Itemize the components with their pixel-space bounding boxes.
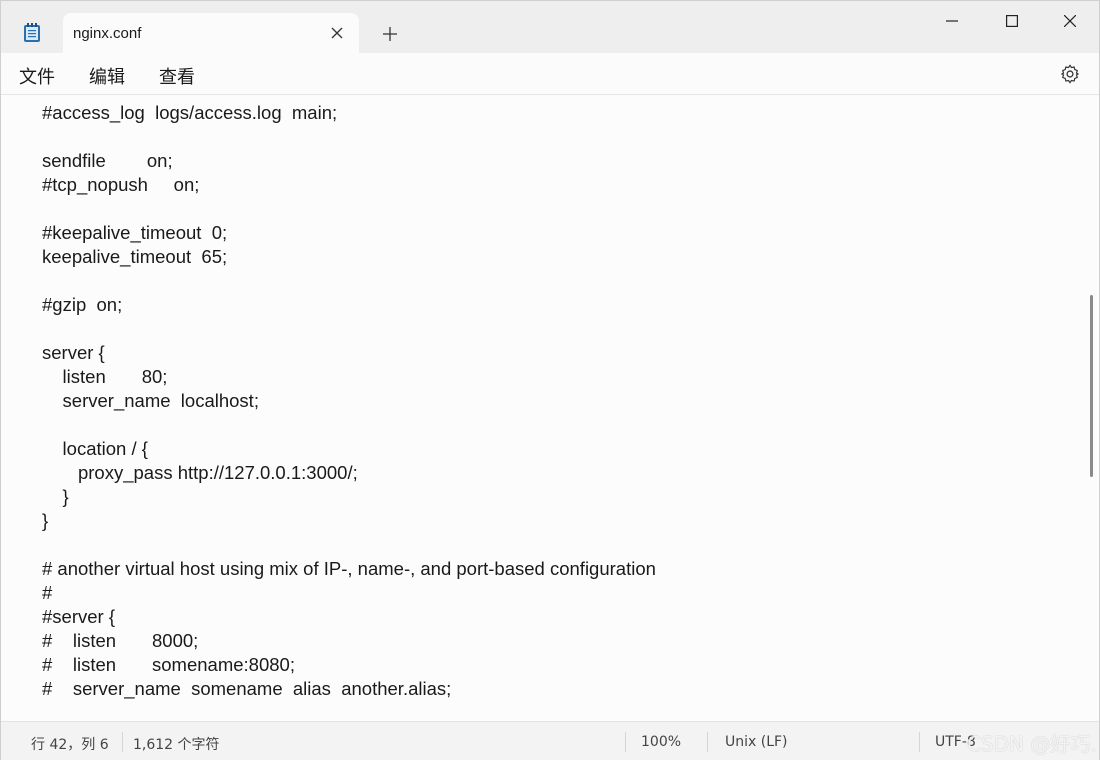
status-divider [122,732,123,752]
code-line: #gzip on; [42,294,123,315]
code-line: # another virtual host using mix of IP-,… [42,558,656,579]
status-divider [707,732,708,752]
new-tab-plus-icon[interactable] [379,23,401,45]
vertical-scrollbar[interactable] [1087,95,1099,717]
code-line: sendfile on; [42,150,173,171]
maximize-button[interactable] [989,7,1035,35]
text-editor-area[interactable]: #access_log logs/access.log main; sendfil… [1,95,1087,717]
tab-title: nginx.conf [73,25,142,42]
code-line: proxy_pass http://127.0.0.1:3000/; [42,462,358,483]
title-bar: nginx.conf [1,1,1099,53]
menu-file[interactable]: 文件 [19,63,55,89]
code-line: # [42,582,53,603]
minimize-icon [946,20,958,22]
code-line: #access_log logs/access.log main; [42,102,338,123]
code-line: } [42,510,49,531]
code-line: #tcp_nopush on; [42,174,200,195]
code-line: # listen somename:8080; [42,654,295,675]
tab-nginx-conf[interactable]: nginx.conf [63,13,359,53]
code-line: location / { [42,438,148,459]
notepad-app-icon [23,23,41,43]
watermark-text: CSDN @好巧. [967,732,1097,756]
status-bar: 行 42，列 6 1,612 个字符 100% Unix (LF) UTF-8 [1,721,1099,760]
character-count: 1,612 个字符 [133,737,220,753]
cursor-position[interactable]: 行 42，列 6 [31,734,109,754]
code-line: keepalive_timeout 65; [42,246,228,267]
line-ending[interactable]: Unix (LF) [725,734,788,750]
code-line: # server_name somename alias another.ali… [42,678,452,699]
code-line: #keepalive_timeout 0; [42,222,228,243]
notepad-window: nginx.conf 文件 编辑 查看 #access_log logs/acc… [0,0,1100,760]
code-line: server { [42,342,105,363]
menu-bar: 文件 编辑 查看 [1,53,1099,95]
code-line: listen 80; [42,366,168,387]
code-line: } [42,486,69,507]
close-tab-icon[interactable] [329,25,345,41]
zoom-level[interactable]: 100% [641,734,681,750]
menu-view[interactable]: 查看 [159,63,195,89]
close-window-icon [1064,15,1076,27]
code-line: #server { [42,606,116,627]
minimize-button[interactable] [929,7,975,35]
status-divider [919,732,920,752]
status-divider [625,732,626,752]
code-line: server_name localhost; [42,390,259,411]
menu-edit[interactable]: 编辑 [89,63,125,89]
scrollbar-thumb[interactable] [1090,295,1093,477]
close-window-button[interactable] [1047,7,1093,35]
settings-gear-icon[interactable] [1059,63,1081,85]
maximize-icon [1006,15,1018,27]
code-line: # listen 8000; [42,630,199,651]
